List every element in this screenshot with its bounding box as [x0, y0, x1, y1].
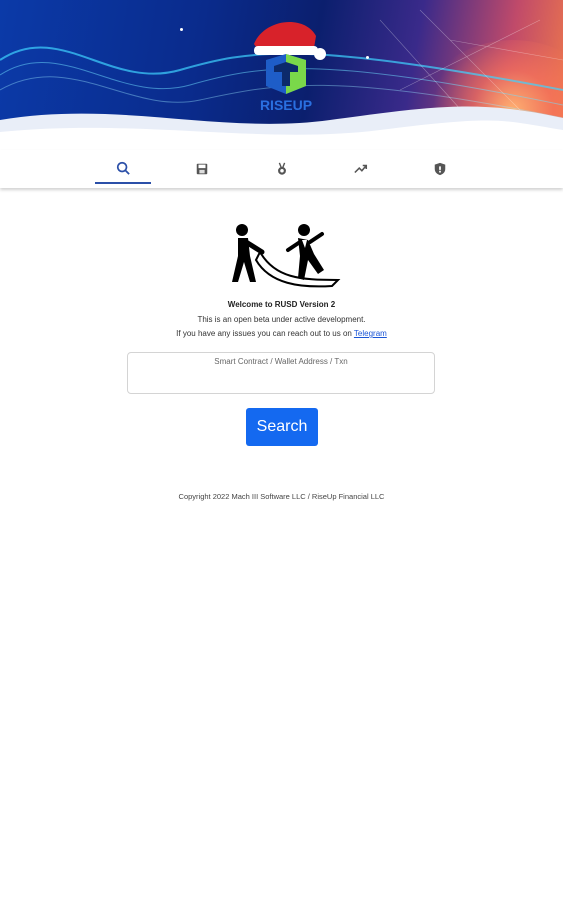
riseup-logo: RISEUP: [254, 22, 326, 113]
tab-bar: [0, 150, 563, 188]
beta-note: This is an open beta under active develo…: [197, 315, 366, 324]
telegram-link[interactable]: Telegram: [354, 329, 387, 338]
shield-icon: [434, 162, 446, 176]
search-field-label: Smart Contract / Wallet Address / Txn: [214, 357, 348, 366]
copyright-footer: Copyright 2022 Mach III Software LLC / R…: [178, 492, 385, 501]
tab-search[interactable]: [95, 154, 151, 184]
award-icon: [278, 162, 286, 175]
tab-shield[interactable]: [412, 154, 468, 184]
tab-award[interactable]: [254, 154, 310, 184]
search-field[interactable]: Smart Contract / Wallet Address / Txn: [127, 352, 435, 394]
header-banner: RISEUP: [0, 0, 563, 150]
search-button[interactable]: Search: [246, 408, 318, 446]
pulling-rug-illustration: [232, 224, 341, 288]
search-input[interactable]: [134, 369, 432, 391]
trending-icon: [354, 164, 368, 174]
save-icon: [196, 163, 208, 175]
issues-note: If you have any issues you can reach out…: [0, 329, 563, 338]
issues-prefix: If you have any issues you can reach out…: [176, 329, 354, 338]
search-icon: [116, 161, 130, 175]
tab-trending[interactable]: [333, 154, 389, 184]
svg-text:RISEUP: RISEUP: [260, 97, 312, 113]
star: [180, 28, 183, 31]
welcome-title: Welcome to RUSD Version 2: [227, 300, 336, 309]
star: [366, 56, 369, 59]
tab-save[interactable]: [174, 154, 230, 184]
